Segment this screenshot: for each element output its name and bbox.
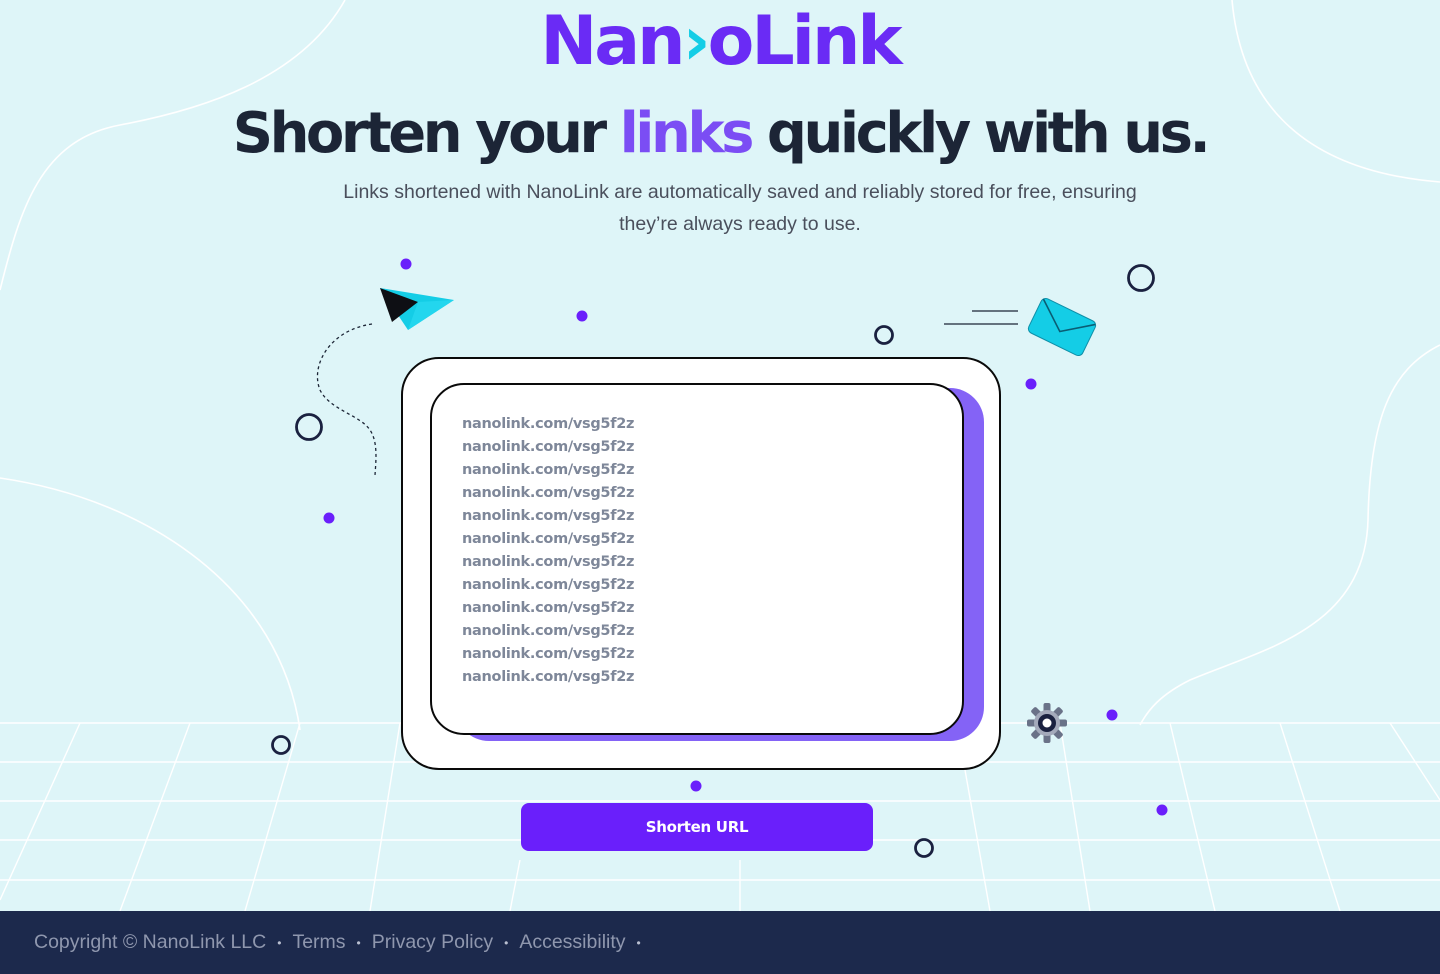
headline-highlight: links <box>619 101 755 166</box>
footer-copyright: Copyright © NanoLink LLC <box>34 931 267 953</box>
paper-plane-icon <box>380 288 454 330</box>
footer-separator: • <box>277 935 282 950</box>
shortened-link[interactable]: nanolink.com/vsg5f2z <box>462 528 962 551</box>
shortened-link[interactable]: nanolink.com/vsg5f2z <box>462 574 962 597</box>
logo-link-mark-icon: › <box>682 2 711 81</box>
shortened-link[interactable]: nanolink.com/vsg5f2z <box>462 643 962 666</box>
site-footer: Copyright © NanoLink LLC • Terms • Priva… <box>0 911 1440 974</box>
shortened-links-list: nanolink.com/vsg5f2z nanolink.com/vsg5f2… <box>430 383 964 735</box>
envelope-icon <box>1027 297 1097 357</box>
hero-subtitle: Links shortened with NanoLink are automa… <box>343 181 1137 235</box>
shortened-link[interactable]: nanolink.com/vsg5f2z <box>462 436 962 459</box>
shortened-link[interactable]: nanolink.com/vsg5f2z <box>462 505 962 528</box>
shortened-link[interactable]: nanolink.com/vsg5f2z <box>462 666 962 689</box>
brand-logo-left: Nan <box>540 2 685 81</box>
brand-logo-right: oLink <box>707 2 903 81</box>
footer-separator: • <box>636 935 641 950</box>
shortened-link[interactable]: nanolink.com/vsg5f2z <box>462 551 962 574</box>
shortened-link[interactable]: nanolink.com/vsg5f2z <box>462 459 962 482</box>
footer-separator: • <box>504 935 509 950</box>
page-headline: Shorten your links quickly with us. <box>0 98 1440 170</box>
shortened-link[interactable]: nanolink.com/vsg5f2z <box>462 413 962 436</box>
gear-icon <box>1027 703 1067 743</box>
shortened-link[interactable]: nanolink.com/vsg5f2z <box>462 620 962 643</box>
footer-link-accessibility[interactable]: Accessibility <box>519 931 625 954</box>
headline-part-2: quickly with us. <box>750 101 1211 166</box>
shorten-url-button[interactable]: Shorten URL <box>521 803 873 851</box>
footer-link-privacy-policy[interactable]: Privacy Policy <box>372 931 493 954</box>
headline-part-1: Shorten your <box>232 101 620 166</box>
shortened-link[interactable]: nanolink.com/vsg5f2z <box>462 597 962 620</box>
footer-separator: • <box>356 935 361 950</box>
brand-logo[interactable]: Nan›oLink <box>0 2 1440 82</box>
shortened-link[interactable]: nanolink.com/vsg5f2z <box>462 482 962 505</box>
footer-link-terms[interactable]: Terms <box>292 931 345 954</box>
